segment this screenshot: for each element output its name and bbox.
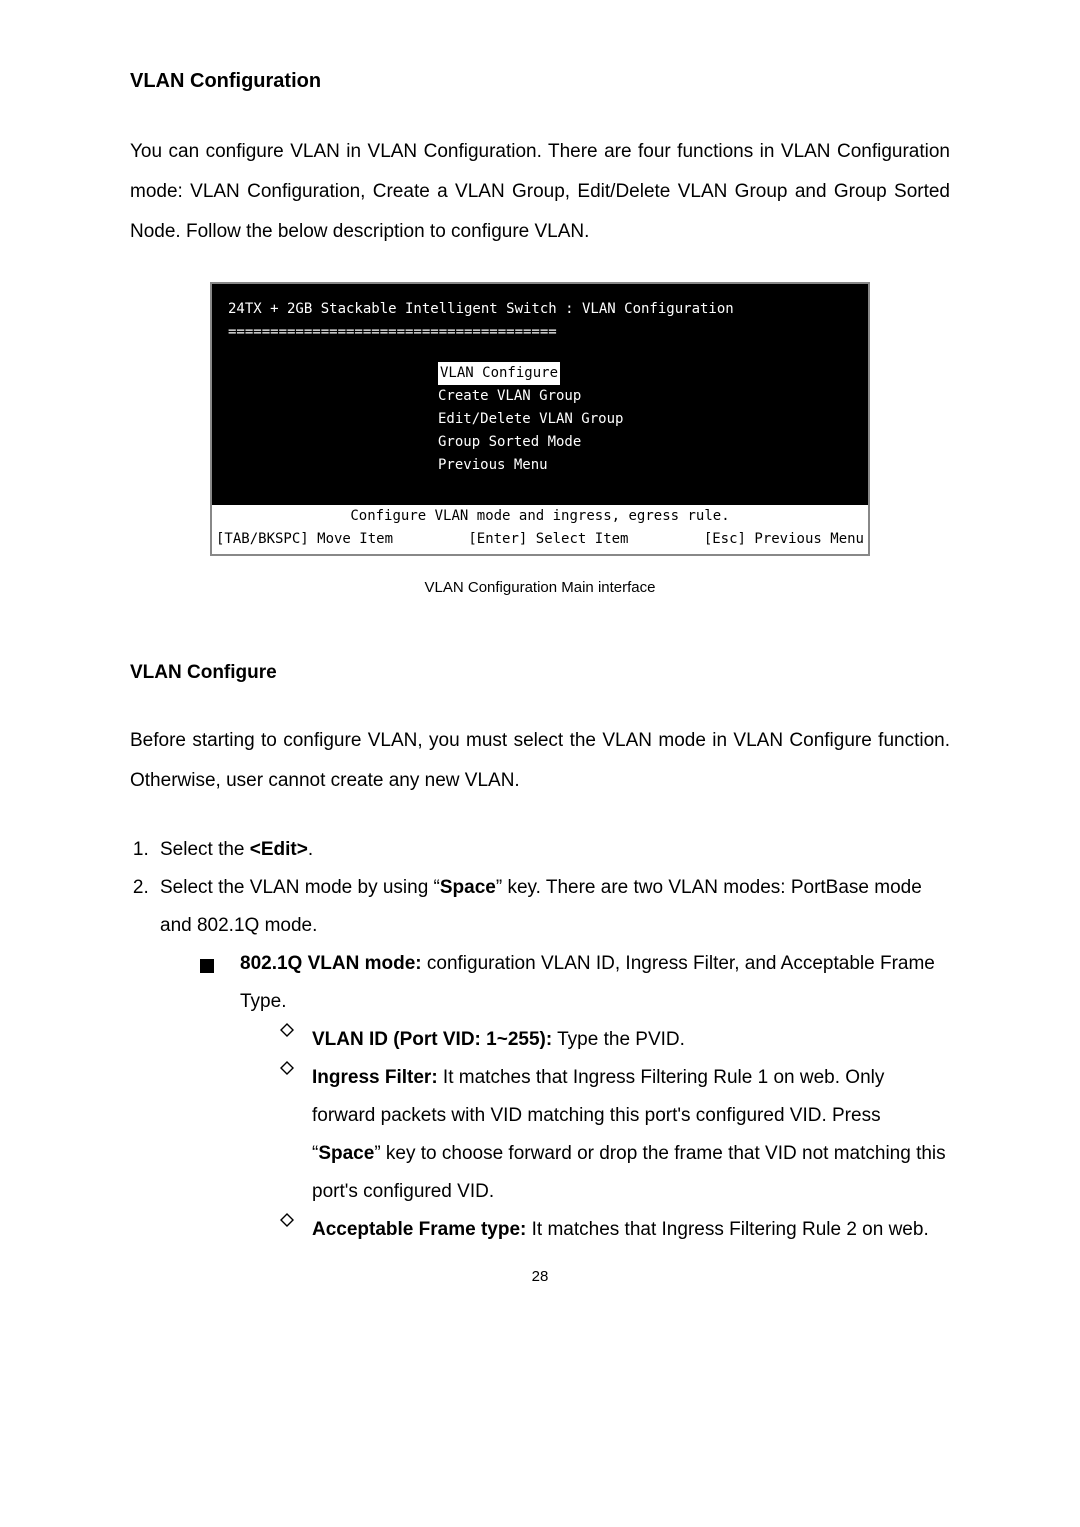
terminal-menu: VLAN Configure Create VLAN Group Edit/De… [228, 362, 852, 477]
d2-space: Space [318, 1143, 374, 1164]
menu-item[interactable]: Group Sorted Mode [228, 431, 852, 454]
menu-selected-label: VLAN Configure [438, 362, 560, 385]
d1-title: VLAN ID (Port VID: 1~255): [312, 1029, 552, 1050]
menu-item[interactable]: Create VLAN Group [228, 385, 852, 408]
steps-list: Select the <Edit>. Select the VLAN mode … [130, 831, 950, 1249]
d3-title: Acceptable Frame type: [312, 1219, 526, 1240]
step-2: Select the VLAN mode by using “Space” ke… [154, 869, 950, 1249]
menu-item-selected[interactable]: VLAN Configure [228, 362, 852, 385]
section2-intro: Before starting to configure VLAN, you m… [130, 721, 950, 801]
square-bullet-icon [200, 959, 214, 973]
terminal-status-bar: Configure VLAN mode and ingress, egress … [212, 505, 868, 553]
diamond-icon [280, 1213, 296, 1227]
step1-edit: <Edit> [250, 839, 308, 860]
step-1: Select the <Edit>. [154, 831, 950, 869]
status-key-select: [Enter] Select Item [468, 528, 628, 551]
mode-bullet: 802.1Q VLAN mode: configuration VLAN ID,… [200, 945, 950, 1249]
step1-pre: Select the [160, 839, 250, 860]
diamond-item-vlan-id: VLAN ID (Port VID: 1~255): Type the PVID… [280, 1021, 950, 1059]
terminal-caption: VLAN Configuration Main interface [130, 572, 950, 604]
heading-vlan-configure: VLAN Configure [130, 653, 950, 693]
diamond-item-ingress: Ingress Filter: It matches that Ingress … [280, 1059, 950, 1211]
terminal-window: 24TX + 2GB Stackable Intelligent Switch … [210, 282, 870, 556]
d2-tail-b: ” key to choose forward or drop the fram… [312, 1143, 946, 1202]
intro-paragraph: You can configure VLAN in VLAN Configura… [130, 132, 950, 252]
mode-bullet-title: 802.1Q VLAN mode: [240, 953, 422, 974]
status-key-previous: [Esc] Previous Menu [704, 528, 864, 551]
terminal-rule: ======================================= [228, 321, 852, 344]
terminal-title: 24TX + 2GB Stackable Intelligent Switch … [228, 298, 852, 321]
menu-item[interactable]: Previous Menu [228, 454, 852, 477]
step2-pre: Select the VLAN mode by using “ [160, 877, 440, 898]
menu-item[interactable]: Edit/Delete VLAN Group [228, 408, 852, 431]
d2-title: Ingress Filter: [312, 1067, 438, 1088]
diamond-item-acceptable: Acceptable Frame type: It matches that I… [280, 1211, 950, 1249]
status-key-move: [TAB/BKSPC] Move Item [216, 528, 393, 551]
step2-space: Space [440, 877, 496, 898]
d3-tail: It matches that Ingress Filtering Rule 2… [526, 1219, 928, 1240]
step1-post: . [308, 839, 313, 860]
diamond-list: VLAN ID (Port VID: 1~255): Type the PVID… [240, 1021, 950, 1249]
status-hint: Configure VLAN mode and ingress, egress … [212, 505, 868, 528]
heading-vlan-configuration: VLAN Configuration [130, 60, 950, 102]
d1-tail: Type the PVID. [552, 1029, 685, 1050]
diamond-icon [280, 1023, 296, 1037]
page-number: 28 [130, 1261, 950, 1293]
mode-bullet-block: 802.1Q VLAN mode: configuration VLAN ID,… [160, 945, 950, 1249]
diamond-icon [280, 1061, 296, 1075]
